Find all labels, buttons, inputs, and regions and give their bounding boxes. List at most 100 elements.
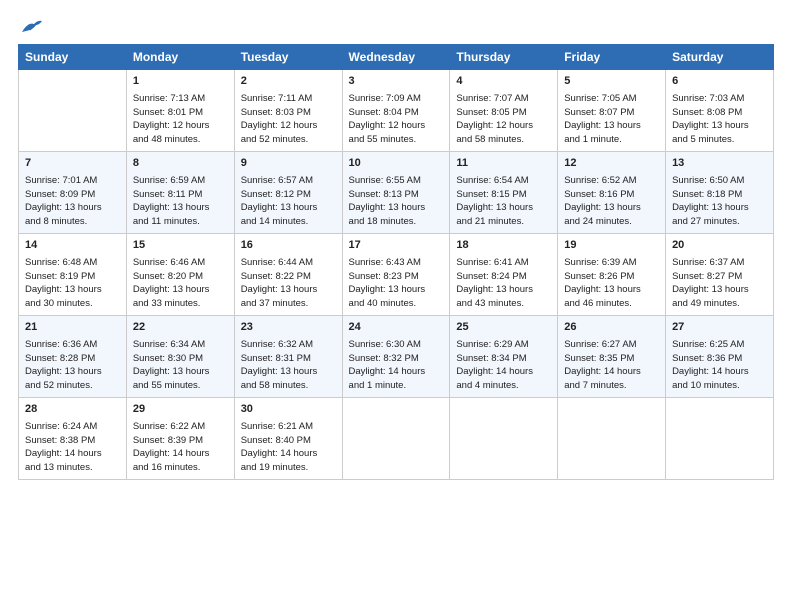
day-info: Sunrise: 6:55 AM Sunset: 8:13 PM Dayligh… (349, 174, 444, 229)
header-row: SundayMondayTuesdayWednesdayThursdayFrid… (19, 45, 774, 70)
day-info: Sunrise: 7:11 AM Sunset: 8:03 PM Dayligh… (241, 92, 336, 147)
day-info: Sunrise: 6:21 AM Sunset: 8:40 PM Dayligh… (241, 420, 336, 475)
calendar-cell: 15 Sunrise: 6:46 AM Sunset: 8:20 PM Dayli… (126, 234, 234, 316)
day-info: Sunrise: 6:25 AM Sunset: 8:36 PM Dayligh… (672, 338, 767, 393)
day-number: 23 (241, 320, 336, 336)
calendar-cell: 29 Sunrise: 6:22 AM Sunset: 8:39 PM Dayli… (126, 398, 234, 480)
day-number: 5 (564, 74, 659, 90)
day-number: 15 (133, 238, 228, 254)
day-number: 17 (349, 238, 444, 254)
day-number: 3 (349, 74, 444, 90)
day-info: Sunrise: 6:22 AM Sunset: 8:39 PM Dayligh… (133, 420, 228, 475)
day-number: 8 (133, 156, 228, 172)
calendar-cell (666, 398, 774, 480)
day-number: 1 (133, 74, 228, 90)
calendar-cell (19, 70, 127, 152)
day-number: 2 (241, 74, 336, 90)
day-info: Sunrise: 6:44 AM Sunset: 8:22 PM Dayligh… (241, 256, 336, 311)
day-info: Sunrise: 6:59 AM Sunset: 8:11 PM Dayligh… (133, 174, 228, 229)
col-header-friday: Friday (558, 45, 666, 70)
calendar-cell: 13 Sunrise: 6:50 AM Sunset: 8:18 PM Dayli… (666, 152, 774, 234)
day-info: Sunrise: 7:13 AM Sunset: 8:01 PM Dayligh… (133, 92, 228, 147)
calendar-cell: 18 Sunrise: 6:41 AM Sunset: 8:24 PM Dayli… (450, 234, 558, 316)
day-number: 6 (672, 74, 767, 90)
calendar-cell: 12 Sunrise: 6:52 AM Sunset: 8:16 PM Dayli… (558, 152, 666, 234)
calendar-cell (450, 398, 558, 480)
calendar-cell: 21 Sunrise: 6:36 AM Sunset: 8:28 PM Dayli… (19, 316, 127, 398)
day-number: 24 (349, 320, 444, 336)
day-info: Sunrise: 7:01 AM Sunset: 8:09 PM Dayligh… (25, 174, 120, 229)
day-number: 18 (456, 238, 551, 254)
day-number: 7 (25, 156, 120, 172)
day-number: 28 (25, 402, 120, 418)
calendar-cell: 6 Sunrise: 7:03 AM Sunset: 8:08 PM Daylig… (666, 70, 774, 152)
calendar-cell: 23 Sunrise: 6:32 AM Sunset: 8:31 PM Dayli… (234, 316, 342, 398)
calendar-cell: 30 Sunrise: 6:21 AM Sunset: 8:40 PM Dayli… (234, 398, 342, 480)
day-number: 25 (456, 320, 551, 336)
logo (18, 18, 42, 36)
day-info: Sunrise: 6:50 AM Sunset: 8:18 PM Dayligh… (672, 174, 767, 229)
day-info: Sunrise: 6:30 AM Sunset: 8:32 PM Dayligh… (349, 338, 444, 393)
page-container: SundayMondayTuesdayWednesdayThursdayFrid… (0, 0, 792, 490)
day-info: Sunrise: 6:24 AM Sunset: 8:38 PM Dayligh… (25, 420, 120, 475)
day-info: Sunrise: 7:03 AM Sunset: 8:08 PM Dayligh… (672, 92, 767, 147)
col-header-tuesday: Tuesday (234, 45, 342, 70)
calendar-table: SundayMondayTuesdayWednesdayThursdayFrid… (18, 44, 774, 480)
col-header-wednesday: Wednesday (342, 45, 450, 70)
day-number: 9 (241, 156, 336, 172)
col-header-sunday: Sunday (19, 45, 127, 70)
day-info: Sunrise: 6:29 AM Sunset: 8:34 PM Dayligh… (456, 338, 551, 393)
week-row-4: 21 Sunrise: 6:36 AM Sunset: 8:28 PM Dayli… (19, 316, 774, 398)
calendar-cell: 20Sunrise: 6:37 AM Sunset: 8:27 PM Dayli… (666, 234, 774, 316)
calendar-cell: 3 Sunrise: 7:09 AM Sunset: 8:04 PM Daylig… (342, 70, 450, 152)
week-row-5: 28 Sunrise: 6:24 AM Sunset: 8:38 PM Dayli… (19, 398, 774, 480)
day-info: Sunrise: 6:54 AM Sunset: 8:15 PM Dayligh… (456, 174, 551, 229)
col-header-thursday: Thursday (450, 45, 558, 70)
day-info: Sunrise: 6:32 AM Sunset: 8:31 PM Dayligh… (241, 338, 336, 393)
calendar-cell: 19 Sunrise: 6:39 AM Sunset: 8:26 PM Dayli… (558, 234, 666, 316)
day-info: Sunrise: 7:07 AM Sunset: 8:05 PM Dayligh… (456, 92, 551, 147)
day-number: 11 (456, 156, 551, 172)
day-info: Sunrise: 7:09 AM Sunset: 8:04 PM Dayligh… (349, 92, 444, 147)
day-number: 21 (25, 320, 120, 336)
calendar-cell: 4 Sunrise: 7:07 AM Sunset: 8:05 PM Daylig… (450, 70, 558, 152)
calendar-cell: 25 Sunrise: 6:29 AM Sunset: 8:34 PM Dayli… (450, 316, 558, 398)
calendar-cell: 8 Sunrise: 6:59 AM Sunset: 8:11 PM Daylig… (126, 152, 234, 234)
day-number: 12 (564, 156, 659, 172)
col-header-saturday: Saturday (666, 45, 774, 70)
calendar-cell: 22 Sunrise: 6:34 AM Sunset: 8:30 PM Dayli… (126, 316, 234, 398)
calendar-cell: 5Sunrise: 7:05 AM Sunset: 8:07 PM Daylig… (558, 70, 666, 152)
calendar-cell: 10Sunrise: 6:55 AM Sunset: 8:13 PM Dayli… (342, 152, 450, 234)
calendar-cell (558, 398, 666, 480)
calendar-cell: 24 Sunrise: 6:30 AM Sunset: 8:32 PM Dayli… (342, 316, 450, 398)
day-info: Sunrise: 6:34 AM Sunset: 8:30 PM Dayligh… (133, 338, 228, 393)
calendar-cell: 17 Sunrise: 6:43 AM Sunset: 8:23 PM Dayli… (342, 234, 450, 316)
day-number: 19 (564, 238, 659, 254)
day-info: Sunrise: 6:48 AM Sunset: 8:19 PM Dayligh… (25, 256, 120, 311)
calendar-cell: 2 Sunrise: 7:11 AM Sunset: 8:03 PM Daylig… (234, 70, 342, 152)
day-number: 14 (25, 238, 120, 254)
day-number: 30 (241, 402, 336, 418)
day-number: 13 (672, 156, 767, 172)
day-number: 22 (133, 320, 228, 336)
week-row-2: 7 Sunrise: 7:01 AM Sunset: 8:09 PM Daylig… (19, 152, 774, 234)
day-info: Sunrise: 6:27 AM Sunset: 8:35 PM Dayligh… (564, 338, 659, 393)
day-info: Sunrise: 6:43 AM Sunset: 8:23 PM Dayligh… (349, 256, 444, 311)
calendar-cell: 9 Sunrise: 6:57 AM Sunset: 8:12 PM Daylig… (234, 152, 342, 234)
week-row-1: 1 Sunrise: 7:13 AM Sunset: 8:01 PM Daylig… (19, 70, 774, 152)
day-info: Sunrise: 6:41 AM Sunset: 8:24 PM Dayligh… (456, 256, 551, 311)
calendar-cell: 27Sunrise: 6:25 AM Sunset: 8:36 PM Dayli… (666, 316, 774, 398)
week-row-3: 14 Sunrise: 6:48 AM Sunset: 8:19 PM Dayli… (19, 234, 774, 316)
calendar-cell: 7 Sunrise: 7:01 AM Sunset: 8:09 PM Daylig… (19, 152, 127, 234)
day-info: Sunrise: 6:36 AM Sunset: 8:28 PM Dayligh… (25, 338, 120, 393)
day-number: 4 (456, 74, 551, 90)
day-number: 29 (133, 402, 228, 418)
calendar-cell: 26Sunrise: 6:27 AM Sunset: 8:35 PM Dayli… (558, 316, 666, 398)
day-info: Sunrise: 6:39 AM Sunset: 8:26 PM Dayligh… (564, 256, 659, 311)
calendar-cell: 11 Sunrise: 6:54 AM Sunset: 8:15 PM Dayli… (450, 152, 558, 234)
day-info: Sunrise: 6:52 AM Sunset: 8:16 PM Dayligh… (564, 174, 659, 229)
calendar-cell: 14 Sunrise: 6:48 AM Sunset: 8:19 PM Dayli… (19, 234, 127, 316)
day-info: Sunrise: 6:57 AM Sunset: 8:12 PM Dayligh… (241, 174, 336, 229)
day-info: Sunrise: 6:46 AM Sunset: 8:20 PM Dayligh… (133, 256, 228, 311)
logo-bird-icon (20, 18, 42, 36)
